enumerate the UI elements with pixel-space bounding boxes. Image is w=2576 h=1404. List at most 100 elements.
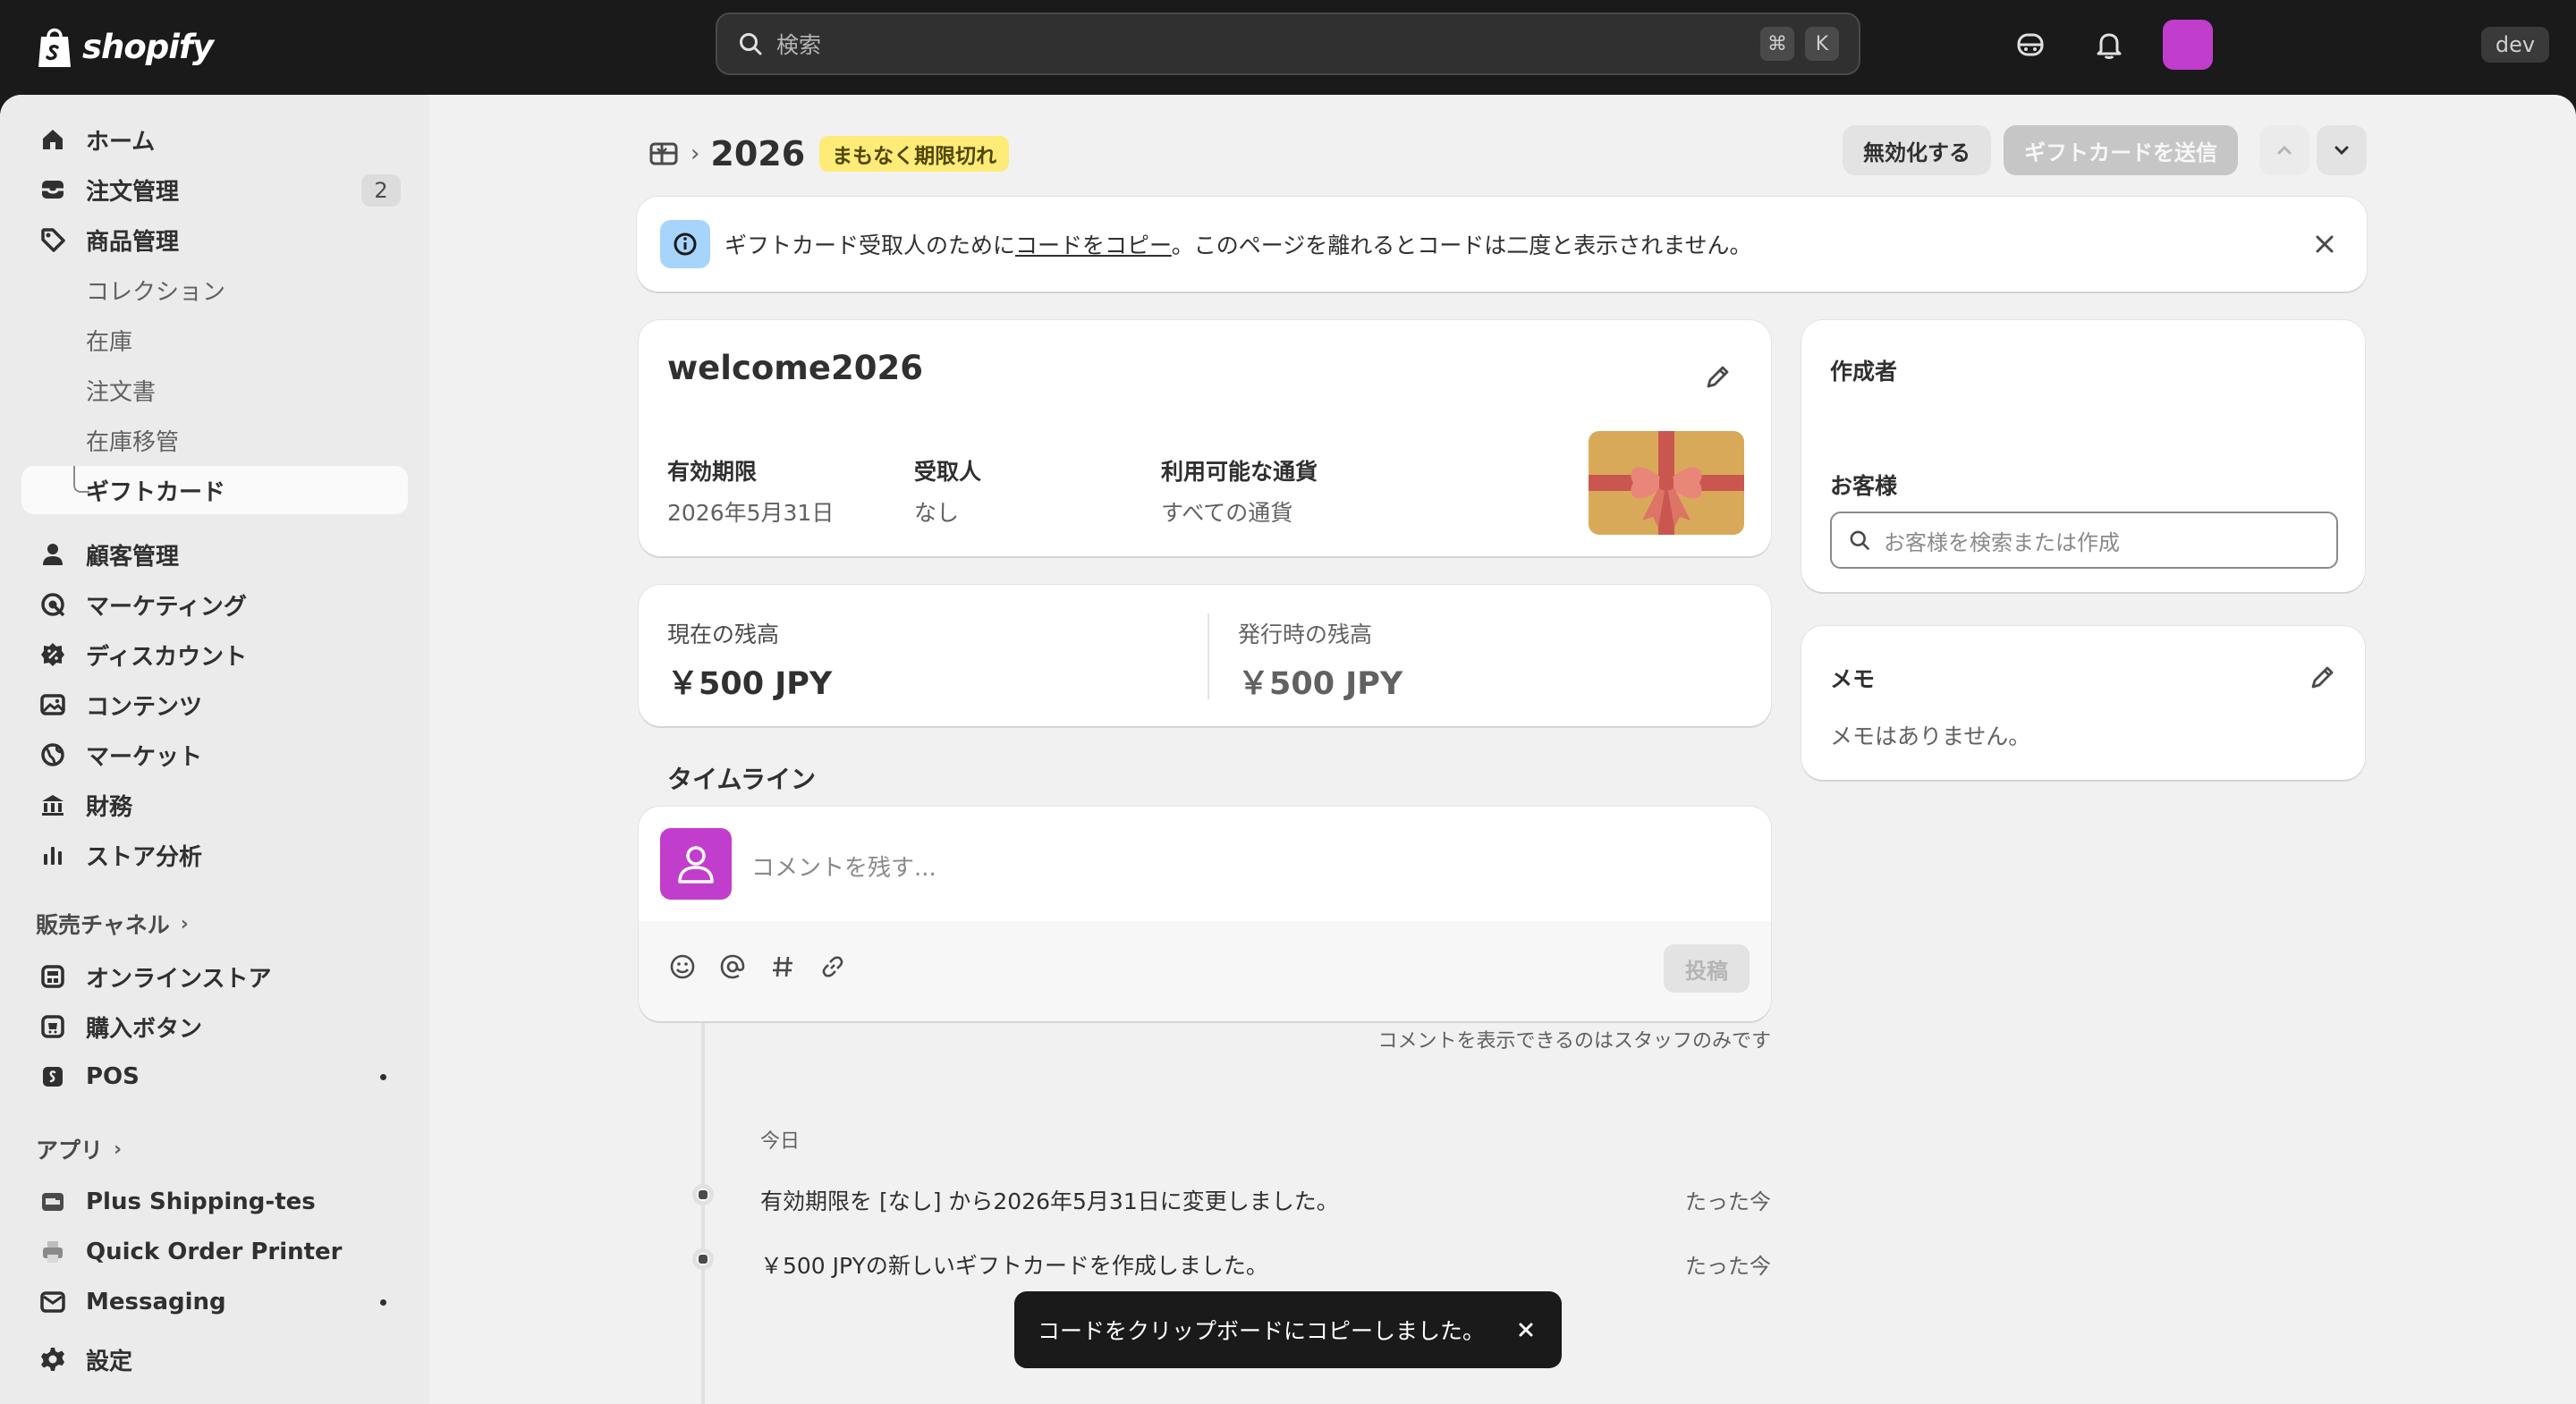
chevron-down-icon xyxy=(2334,146,2349,156)
recipient-label: 受取人 xyxy=(914,459,982,485)
notifications-button[interactable] xyxy=(2089,25,2129,64)
sidebar-item-app-plus-shipping[interactable]: Plus Shipping-tes xyxy=(21,1178,408,1226)
initial-balance-label: 発行時の残高 xyxy=(1238,622,1373,647)
person-icon xyxy=(678,846,714,884)
expiry-label: 有効期限 xyxy=(667,459,758,485)
link-icon[interactable] xyxy=(819,953,846,980)
sidebar-subitem-collections[interactable]: コレクション xyxy=(21,266,408,314)
shopify-logo[interactable]: shopify xyxy=(36,21,214,72)
customer-search-input[interactable]: お客様を検索または作成 xyxy=(1830,512,2338,569)
tree-connector xyxy=(73,466,89,493)
recipient-value: なし xyxy=(914,500,960,526)
sidebar-item-orders[interactable]: 注文管理 2 xyxy=(21,165,408,214)
person-icon xyxy=(38,539,68,570)
sidebar-item-buy-button[interactable]: 購入ボタン xyxy=(21,1002,408,1051)
sidebar-item-label: オンラインストア xyxy=(86,965,272,993)
post-button[interactable]: 投稿 xyxy=(1664,944,1750,993)
timeline-date: 今日 xyxy=(760,1130,801,1153)
notes-label: メモ xyxy=(1830,666,1876,692)
close-icon[interactable] xyxy=(2309,229,2340,259)
emoji-icon[interactable] xyxy=(669,953,696,980)
previous-button[interactable] xyxy=(2259,125,2309,175)
copy-code-link[interactable]: コードをコピー xyxy=(1015,233,1172,258)
banner-text-before: ギフトカード受取人のために xyxy=(724,233,1016,258)
printer-icon xyxy=(38,1237,68,1267)
brand-name: shopify xyxy=(82,27,214,66)
sidekick-button[interactable] xyxy=(2011,25,2050,64)
deactivate-button[interactable]: 無効化する xyxy=(1843,125,1991,175)
mention-icon[interactable] xyxy=(719,953,746,980)
sidebar-item-label: マーケット xyxy=(86,743,203,771)
sidebar-item-online-store[interactable]: オンラインストア xyxy=(21,952,408,1001)
sidebar-item-analytics[interactable]: ストア分析 xyxy=(21,831,408,879)
creator-label: 作成者 xyxy=(1830,359,1898,385)
sidebar-item-products[interactable]: 商品管理 xyxy=(21,216,408,264)
bar-chart-icon xyxy=(38,840,68,870)
section-label: アプリ xyxy=(36,1138,104,1163)
current-balance-label: 現在の残高 xyxy=(667,622,780,647)
globe-icon xyxy=(38,740,68,770)
customer-search-placeholder: お客様を検索または作成 xyxy=(1884,529,2120,555)
hashtag-icon[interactable] xyxy=(769,953,796,980)
sidebar-item-label: ストア分析 xyxy=(86,843,203,871)
apps-heading[interactable]: アプリ › xyxy=(36,1133,122,1165)
sidebar-item-settings[interactable]: 設定 xyxy=(21,1335,408,1383)
notes-card: メモ メモはありません。 xyxy=(1801,626,2365,780)
next-button[interactable] xyxy=(2317,125,2367,175)
sidebar-item-home[interactable]: ホーム xyxy=(21,115,408,164)
sidebar-item-markets[interactable]: マーケット xyxy=(21,731,408,779)
sidebar-item-label: ホーム xyxy=(86,128,156,156)
send-gift-card-button[interactable]: ギフトカードを送信 xyxy=(2004,125,2238,175)
pin-dot xyxy=(380,1074,386,1080)
sales-channels-heading[interactable]: 販売チャネル › xyxy=(36,908,189,940)
sidebar-item-app-quick-order-printer[interactable]: Quick Order Printer xyxy=(21,1228,408,1276)
comment-input[interactable]: コメントを残す... xyxy=(751,850,936,883)
sidebar-item-marketing[interactable]: マーケティング xyxy=(21,580,408,629)
sidebar-item-customers[interactable]: 顧客管理 xyxy=(21,530,408,579)
timeline-event-time: たった今 xyxy=(1685,1254,1771,1279)
user-avatar xyxy=(660,828,732,900)
store-icon xyxy=(38,961,68,992)
timeline-event-dot xyxy=(692,1184,714,1205)
sidebar-item-content[interactable]: コンテンツ xyxy=(21,681,408,729)
banner-message: ギフトカード受取人のためにコードをコピー。このページを離れるとコードは二度と表示… xyxy=(724,228,1752,260)
search-bar[interactable]: 検索 ⌘ K xyxy=(716,13,1860,75)
bank-icon xyxy=(38,790,68,820)
tag-icon xyxy=(38,224,68,255)
currency-value: すべての通貨 xyxy=(1161,500,1293,526)
pencil-icon[interactable] xyxy=(2308,662,2338,692)
sidebar-item-app-messaging[interactable]: Messaging xyxy=(21,1278,408,1326)
sidebar-subitem-transfers[interactable]: 在庫移管 xyxy=(21,416,408,464)
notes-empty-text: メモはありません。 xyxy=(1830,723,2031,749)
pencil-icon[interactable] xyxy=(1703,361,1733,392)
gift-card-icon[interactable] xyxy=(648,138,680,170)
timeline-event-dot xyxy=(692,1248,714,1270)
store-avatar[interactable] xyxy=(2163,20,2213,70)
customer-card: 作成者 お客様 お客様を検索または作成 xyxy=(1801,320,2365,592)
sidebar-subitem-gift-cards[interactable]: ギフトカード xyxy=(21,466,408,514)
timeline-rail xyxy=(701,1016,705,1404)
sidebar-item-label: 注文管理 xyxy=(86,178,180,206)
sidebar-item-label: コンテンツ xyxy=(86,693,203,721)
info-banner: ギフトカード受取人のためにコードをコピー。このページを離れるとコードは二度と表示… xyxy=(637,197,2367,292)
section-label: 販売チャネル xyxy=(36,912,170,938)
sidebar-subitem-purchase-orders[interactable]: 注文書 xyxy=(21,366,408,414)
sidebar-item-label: ギフトカード xyxy=(86,478,226,506)
shortcut-cmd-key: ⌘ xyxy=(1760,27,1794,61)
timeline-event-text: 有効期限を [なし] から2026年5月31日に変更しました。 xyxy=(760,1188,1339,1214)
dev-badge[interactable]: dev xyxy=(2481,27,2549,63)
customer-label: お客様 xyxy=(1830,473,1898,499)
sidebar-item-discounts[interactable]: ディスカウント xyxy=(21,630,408,679)
close-icon[interactable] xyxy=(1513,1317,1538,1342)
expiry-value: 2026年5月31日 xyxy=(667,500,835,526)
sidebar-item-label: 注文書 xyxy=(86,378,157,406)
sidebar-subitem-inventory[interactable]: 在庫 xyxy=(21,316,408,364)
sidebar-item-label: 購入ボタン xyxy=(86,1015,203,1043)
timeline-event-text: ￥500 JPYの新しいギフトカードを作成しました。 xyxy=(760,1253,1268,1279)
bell-icon xyxy=(2097,33,2122,59)
pin-dot xyxy=(380,1299,386,1306)
banner-text-after: 。このページを離れるとコードは二度と表示されません。 xyxy=(1171,233,1752,258)
sidebar-item-pos[interactable]: POS xyxy=(21,1053,408,1101)
home-icon xyxy=(38,124,68,155)
sidebar-item-finance[interactable]: 財務 xyxy=(21,781,408,829)
